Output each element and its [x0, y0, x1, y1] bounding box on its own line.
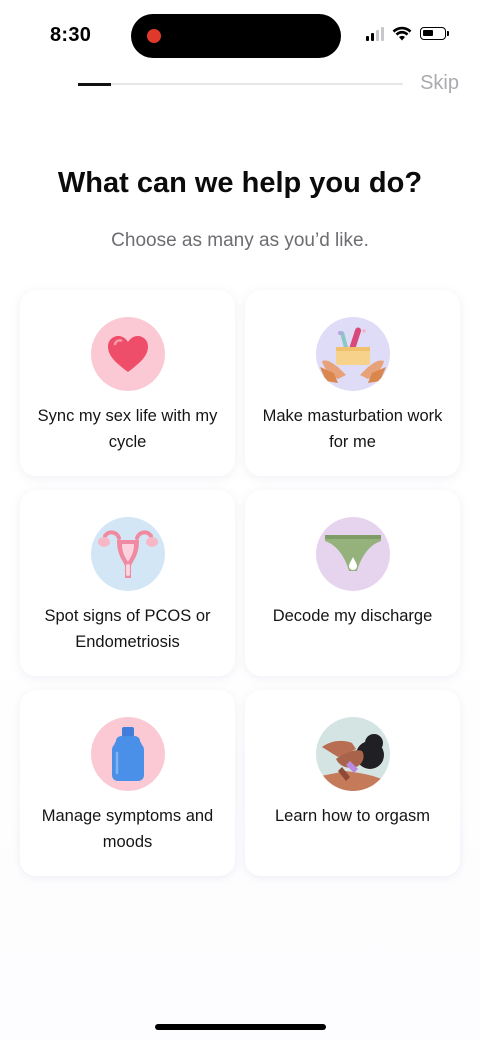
battery-icon — [420, 27, 449, 40]
status-time: 8:30 — [50, 24, 92, 46]
option-card-masturbation[interactable]: Make masturbation work for me — [245, 290, 460, 476]
option-label: Manage symptoms and moods — [41, 807, 214, 851]
goal-options-grid: Sync my sex life with my cycle Make mast… — [20, 290, 460, 876]
option-label: Spot signs of PCOS or Endometriosis — [44, 607, 211, 651]
option-card-discharge[interactable]: Decode my discharge — [245, 490, 460, 676]
onboarding-progress-bar — [78, 82, 403, 86]
home-indicator[interactable] — [155, 1024, 326, 1030]
option-label: Learn how to orgasm — [274, 807, 430, 825]
page-subtitle: Choose as many as you’d like. — [111, 230, 369, 251]
person-illustration-icon — [315, 717, 390, 791]
status-icons — [366, 26, 449, 41]
battery-level — [423, 30, 433, 36]
uterus-icon — [90, 517, 165, 591]
page-title: What can we help you do? — [57, 167, 423, 199]
option-label: Sync my sex life with my cycle — [37, 407, 218, 451]
option-card-orgasm[interactable]: Learn how to orgasm — [245, 690, 460, 876]
progress-fill — [78, 82, 111, 86]
wifi-icon — [392, 26, 412, 41]
heart-icon — [90, 317, 165, 391]
skip-button[interactable]: Skip — [420, 72, 459, 95]
underwear-icon — [315, 517, 390, 591]
recording-indicator-icon — [147, 29, 161, 43]
option-card-pcos-endometriosis[interactable]: Spot signs of PCOS or Endometriosis — [20, 490, 235, 676]
option-card-sync-cycle[interactable]: Sync my sex life with my cycle — [20, 290, 235, 476]
hot-water-bottle-icon — [90, 717, 165, 791]
option-card-symptoms-moods[interactable]: Manage symptoms and moods — [20, 690, 235, 876]
option-label: Decode my discharge — [272, 607, 433, 625]
hands-gift-icon — [315, 317, 390, 391]
cellular-signal-icon — [366, 26, 384, 41]
dynamic-island — [131, 14, 341, 58]
onboarding-screen: 8:30 Skip What can we help you do? Choos… — [0, 0, 480, 1040]
option-label: Make masturbation work for me — [262, 407, 443, 451]
